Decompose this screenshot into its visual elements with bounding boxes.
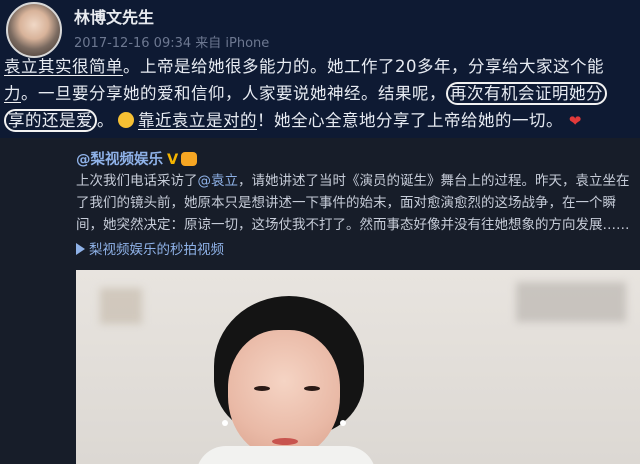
person-eye	[254, 386, 270, 391]
repost-text-segment: 上次我们电话采访了	[76, 173, 198, 189]
post-body: 袁立其实很简单。上帝是给她很多能力的。她工作了20多年，分享给大家这个能 力。一…	[4, 53, 638, 135]
person-eye	[304, 386, 320, 391]
underlined-phrase: 袁立其实很简单	[4, 57, 123, 76]
highlighted-phrase: 再次有机会证明她分	[446, 82, 607, 105]
video-link[interactable]: 梨视频娱乐的秒拍视频	[76, 238, 224, 258]
blurred-watermark	[100, 288, 142, 324]
reposted-content: @梨视频娱乐 V 上次我们电话采访了@袁立，请她讲述了当时《演员的诞生》舞台上的过…	[0, 138, 640, 464]
highlighted-phrase: 享的还是爱	[4, 109, 97, 132]
video-link-label[interactable]: 梨视频娱乐的秒拍视频	[89, 242, 224, 258]
body-segment: 。上帝是给她很多能力的。她工作了20多年，分享给大家这个能	[123, 57, 604, 76]
mention-link[interactable]: @袁立	[198, 173, 239, 189]
person-jacket	[196, 446, 376, 464]
verified-badge-icon: V	[167, 152, 179, 168]
repost-text: 上次我们电话采访了@袁立，请她讲述了当时《演员的诞生》舞台上的过程。昨天，袁立坐…	[76, 170, 638, 236]
video-thumbnail[interactable]	[76, 270, 640, 464]
person-lips	[272, 438, 298, 445]
heart-icon: ❤	[568, 112, 582, 130]
underlined-phrase: 靠近袁立是对的	[138, 111, 257, 130]
emoji-icon	[118, 112, 134, 128]
repost-source[interactable]: @梨视频娱乐 V	[76, 148, 198, 169]
blurred-watermark	[516, 282, 626, 322]
source-name[interactable]: @梨视频娱乐	[76, 152, 163, 168]
earring	[222, 420, 228, 426]
author-avatar[interactable]	[6, 2, 62, 58]
body-segment: ！她全心全意地分享了上帝给她的一切。	[257, 111, 563, 130]
post-meta: 2017-12-16 09:34 来自 iPhone	[74, 36, 270, 51]
play-icon	[76, 243, 85, 255]
earring	[340, 420, 346, 426]
body-segment: 。一旦要分享她的爱和信仰，人家要说她神经。结果呢，	[21, 84, 446, 103]
source-emoji-icon	[181, 152, 198, 166]
weibo-post: 林博文先生 2017-12-16 09:34 来自 iPhone 袁立其实很简单…	[0, 0, 640, 138]
author-name[interactable]: 林博文先生	[74, 4, 154, 28]
underlined-phrase: 力	[4, 84, 21, 103]
body-segment: 。	[97, 111, 114, 130]
